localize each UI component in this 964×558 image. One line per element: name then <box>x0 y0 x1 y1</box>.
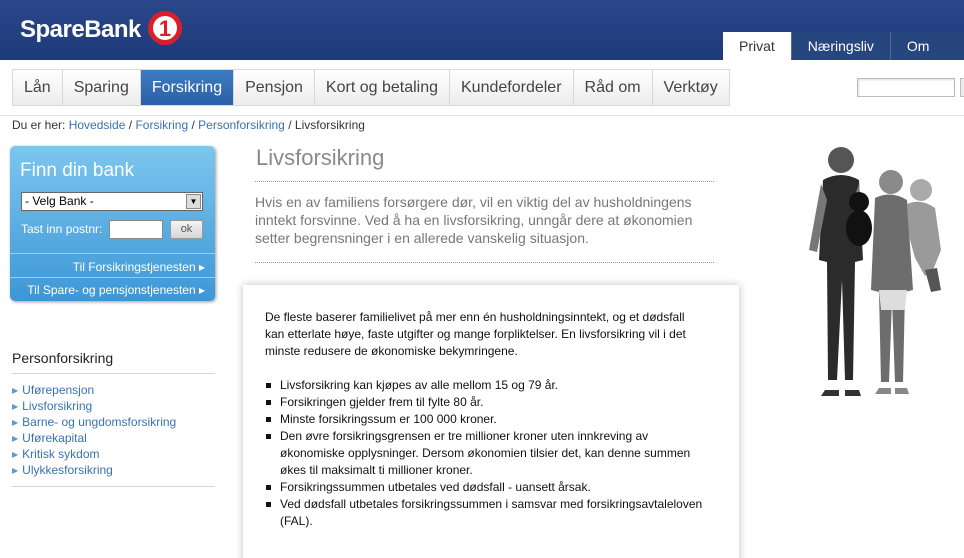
divider <box>10 253 215 254</box>
triangle-right-icon: ▶ <box>12 386 19 395</box>
nav-item-verktoy[interactable]: Verktøy <box>653 70 730 105</box>
link-forsikringstjenesten[interactable]: Til Forsikringstjenesten ▸ <box>73 260 205 274</box>
breadcrumb-separator: / <box>128 118 133 132</box>
breadcrumb-separator: / <box>288 118 292 132</box>
intro-text: Hvis en av familiens forsørgere dør, vil… <box>255 194 693 246</box>
side-item-label: Uførekapital <box>22 431 87 445</box>
link-spare-pensjonstjenesten[interactable]: Til Spare- og pensjonstjenesten ▸ <box>27 283 205 297</box>
list-item: Den øvre forsikringsgrensen er tre milli… <box>265 428 705 479</box>
nav-item-kort-og-betaling[interactable]: Kort og betaling <box>315 70 450 105</box>
nav-item-pensjon[interactable]: Pensjon <box>234 70 315 105</box>
list-item: Forsikringssummen utbetales ved dødsfall… <box>265 479 705 496</box>
divider <box>12 373 215 374</box>
sparebank-logo-icon[interactable]: 1 <box>147 10 183 46</box>
audience-tabs: Privat Næringsliv Om oss/l <box>723 32 964 82</box>
triangle-right-icon: ▶ <box>12 466 19 475</box>
side-item-uforekapital[interactable]: ▶ Uførekapital <box>12 430 176 446</box>
brand-logo-text[interactable]: SpareBank <box>20 16 141 44</box>
tab-privat[interactable]: Privat <box>723 32 791 60</box>
bank-select[interactable]: - Velg Bank - ▼ <box>21 192 203 211</box>
nav-item-lan[interactable]: Lån <box>13 70 63 105</box>
breadcrumb: Du er her: Hovedside / Forsikring / Pers… <box>12 118 365 132</box>
nav-item-rad-om[interactable]: Råd om <box>574 70 653 105</box>
chevron-down-icon[interactable]: ▼ <box>186 194 201 209</box>
nav-item-sparing[interactable]: Sparing <box>63 70 141 105</box>
side-item-label: Livsforsikring <box>22 399 93 413</box>
card-paragraph: De fleste baserer familielivet på mer en… <box>265 310 686 358</box>
list-item: Livsforsikring kan kjøpes av alle mellom… <box>265 377 705 394</box>
triangle-right-icon: ▶ <box>12 418 19 427</box>
family-photo <box>809 147 941 396</box>
search-button[interactable] <box>960 78 964 97</box>
link-label: Til Spare- og pensjonstjenesten <box>27 283 196 297</box>
search-input[interactable] <box>857 78 955 97</box>
list-item: Ved dødsfall utbetales forsikringssummen… <box>265 496 705 530</box>
find-bank-box: Finn din bank - Velg Bank - ▼ Tast inn p… <box>10 146 215 301</box>
side-item-uforepensjon[interactable]: ▶ Uførepensjon <box>12 382 176 398</box>
find-bank-title: Finn din bank <box>20 160 135 181</box>
side-item-label: Kritisk sykdom <box>22 447 100 461</box>
triangle-right-icon: ▶ <box>12 434 19 443</box>
tab-naeringsliv[interactable]: Næringsliv <box>790 32 890 60</box>
side-item-kritisk-sykdom[interactable]: ▶ Kritisk sykdom <box>12 446 176 462</box>
logo-mark-digit: 1 <box>159 16 171 41</box>
triangle-right-icon: ▸ <box>198 260 205 274</box>
postnr-label: Tast inn postnr: <box>21 222 103 236</box>
breadcrumb-prefix: Du er her: <box>12 118 66 132</box>
site-header: SpareBank 1 Privat Næringsliv Om oss/l <box>0 0 964 82</box>
facts-list: Livsforsikring kan kjøpes av alle mellom… <box>265 377 705 530</box>
breadcrumb-separator: / <box>191 118 195 132</box>
main-nav: Lån Sparing Forsikring Pensjon Kort og b… <box>12 69 730 106</box>
ok-button[interactable]: ok <box>170 220 203 239</box>
bank-select-value: - Velg Bank - <box>25 194 94 208</box>
triangle-right-icon: ▶ <box>12 402 19 411</box>
breadcrumb-current: Livsforsikring <box>294 118 365 132</box>
breadcrumb-link-personforsikring[interactable]: Personforsikring <box>198 118 285 132</box>
nav-item-forsikring[interactable]: Forsikring <box>140 70 235 105</box>
list-item: Minste forsikringssum er 100 000 kroner. <box>265 411 705 428</box>
triangle-right-icon: ▶ <box>12 450 19 459</box>
postnr-input[interactable] <box>109 220 163 239</box>
list-item: Forsikringen gjelder frem til fylte 80 å… <box>265 394 705 411</box>
side-item-label: Barne- og ungdomsforsikring <box>22 415 177 429</box>
link-label: Til Forsikringstjenesten <box>72 260 196 274</box>
side-item-ulykkesforsikring[interactable]: ▶ Ulykkesforsikring <box>12 462 176 478</box>
side-item-livsforsikring[interactable]: ▶ Livsforsikring <box>12 398 176 414</box>
side-item-label: Ulykkesforsikring <box>22 463 113 477</box>
divider <box>12 486 215 487</box>
page-title: Livsforsikring <box>256 145 385 170</box>
nav-item-kundefordeler[interactable]: Kundefordeler <box>450 70 574 105</box>
side-menu: ▶ Uførepensjon ▶ Livsforsikring ▶ Barne- og… <box>12 382 176 478</box>
side-item-label: Uførepensjon <box>22 383 95 397</box>
breadcrumb-link-hovedside[interactable]: Hovedside <box>69 118 126 132</box>
divider <box>255 181 714 182</box>
divider <box>10 277 215 278</box>
breadcrumb-link-forsikring[interactable]: Forsikring <box>135 118 188 132</box>
tab-om-oss[interactable]: Om oss/l <box>889 32 964 82</box>
side-menu-title: Personforsikring <box>12 350 114 366</box>
divider <box>255 262 714 263</box>
info-card: De fleste baserer familielivet på mer en… <box>243 285 739 558</box>
triangle-right-icon: ▸ <box>198 283 205 297</box>
side-item-barne-ungdomsforsikring[interactable]: ▶ Barne- og ungdomsforsikring <box>12 414 176 430</box>
